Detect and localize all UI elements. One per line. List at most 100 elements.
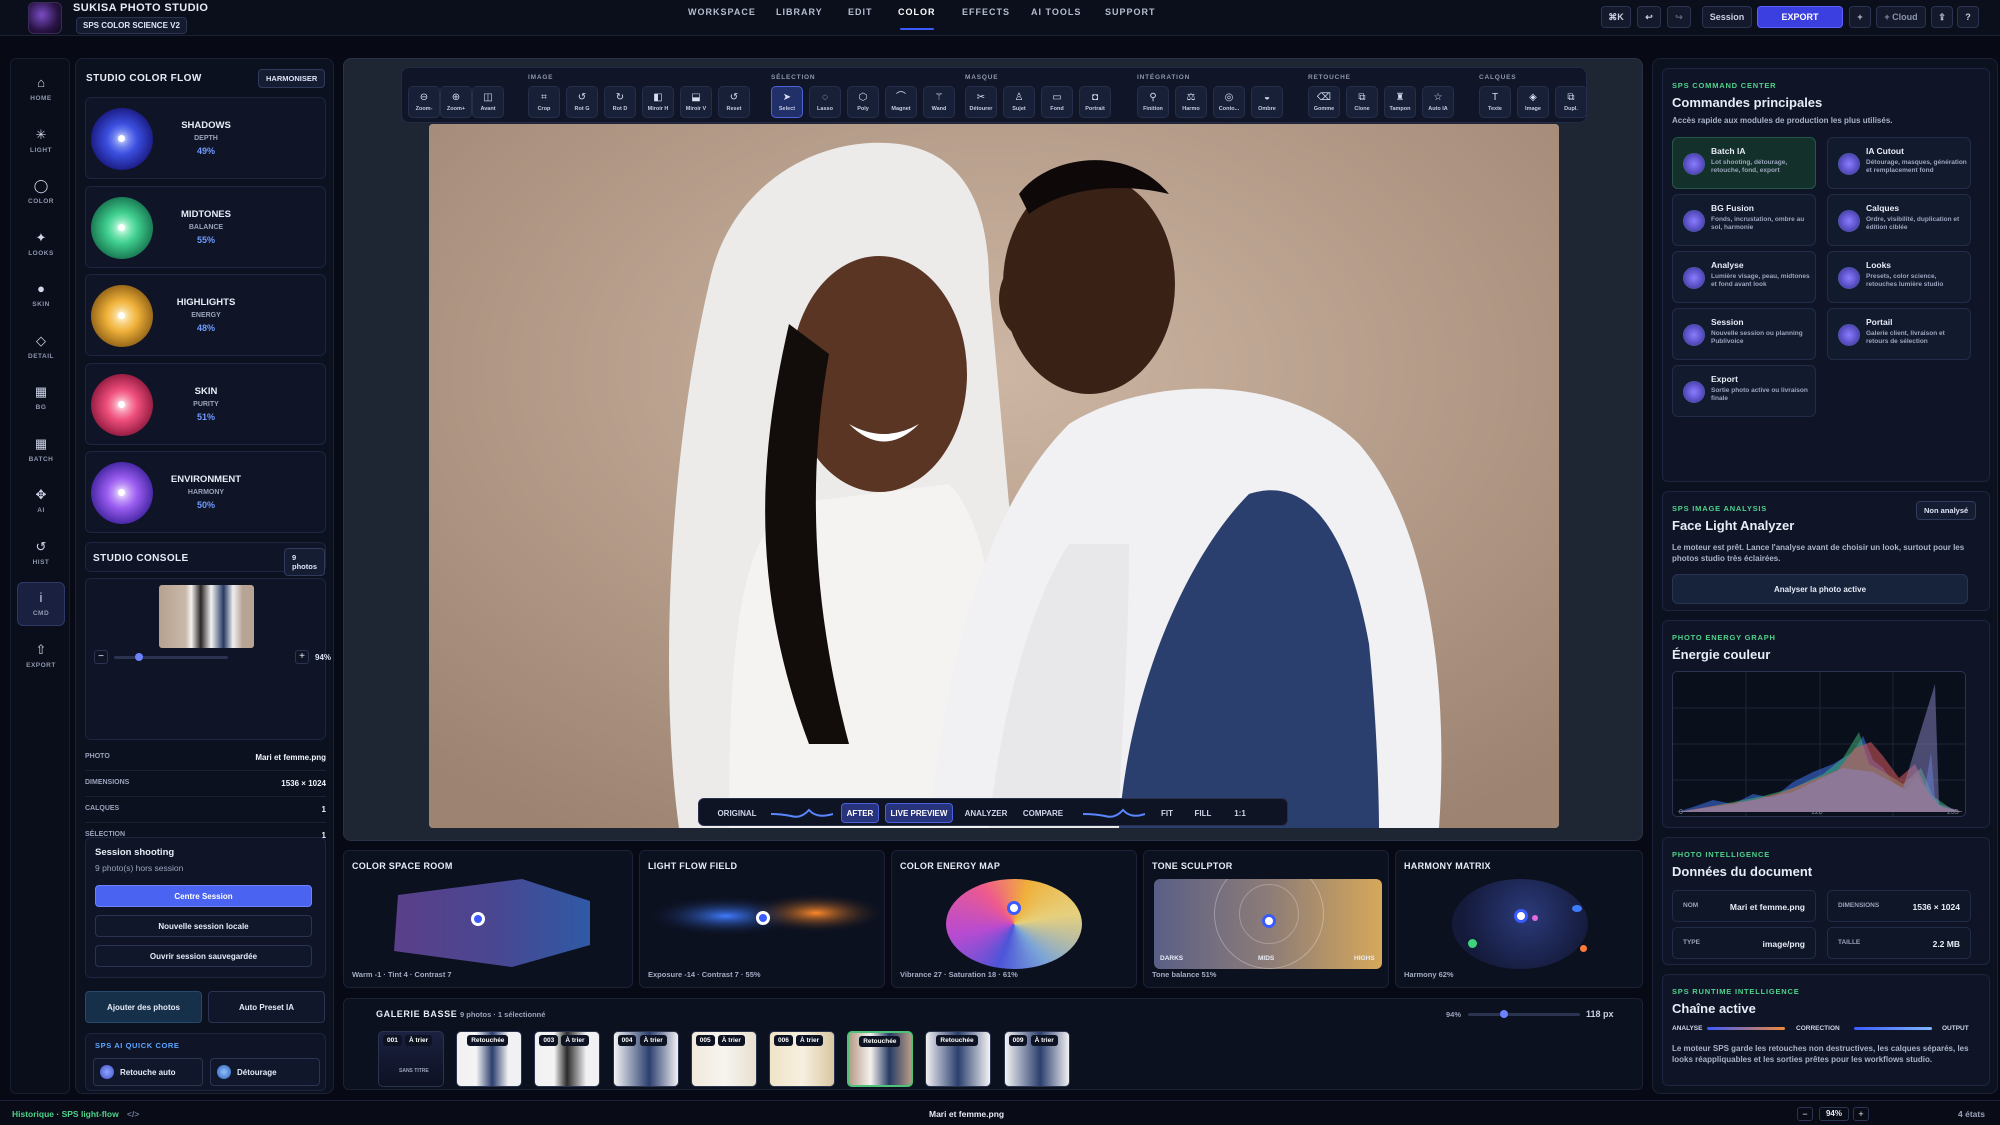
rail-home[interactable]: ⌂ HOME bbox=[17, 67, 65, 111]
command-analyse[interactable]: Analyse Lumière visage, peau, midtones et… bbox=[1672, 251, 1816, 303]
tool-dupl[interactable]: ⧉ Dupl. bbox=[1555, 86, 1587, 118]
zoom-in-button[interactable]: + bbox=[295, 650, 309, 664]
session-button[interactable]: Session bbox=[1702, 6, 1752, 28]
rail-batch[interactable]: ▦ BATCH bbox=[17, 428, 65, 472]
history-status[interactable]: Historique · SPS light-flow bbox=[12, 1109, 119, 1119]
flow-card-skin[interactable]: SKIN PURITY 51% bbox=[85, 362, 326, 445]
command-portail[interactable]: Portail Galerie client, livraison et reto… bbox=[1827, 308, 1971, 360]
tool-image[interactable]: ◈ Image bbox=[1517, 86, 1549, 118]
after-view-button[interactable]: AFTER bbox=[841, 803, 879, 823]
live-preview-button[interactable]: LIVE PREVIEW bbox=[885, 803, 953, 823]
color-energy-map[interactable]: COLOR ENERGY MAP Vibrance 27 · Saturatio… bbox=[891, 850, 1137, 988]
analyze-photo-button[interactable]: Analyser la photo active bbox=[1672, 574, 1968, 604]
gallery-thumb[interactable]: 009 À trier bbox=[1003, 1031, 1070, 1087]
tool-clone[interactable]: ⧉ Clone bbox=[1346, 86, 1378, 118]
tool-portrait[interactable]: ◘ Portrait bbox=[1079, 86, 1111, 118]
add-button[interactable]: + bbox=[1849, 6, 1871, 28]
undo-button[interactable]: ↩ bbox=[1637, 6, 1661, 28]
tool-sujet[interactable]: ♙ Sujet bbox=[1003, 86, 1035, 118]
tool-rotg[interactable]: ↺ Rot G bbox=[566, 86, 598, 118]
gallery-thumb[interactable]: 004 À trier bbox=[612, 1031, 679, 1087]
tool-select[interactable]: ➤ Select bbox=[771, 86, 803, 118]
center-session-button[interactable]: Centre Session bbox=[95, 885, 312, 907]
tool-wand[interactable]: ⚚ Wand bbox=[923, 86, 955, 118]
tool-magnet[interactable]: ⌒ Magnet bbox=[885, 86, 917, 118]
rail-bg[interactable]: ▦ BG bbox=[17, 376, 65, 420]
nav-effects[interactable]: EFFECTS bbox=[962, 0, 1010, 36]
cutout-button[interactable]: Détourage bbox=[210, 1058, 320, 1086]
redo-button[interactable]: ↪ bbox=[1667, 6, 1691, 28]
tool-ombre[interactable]: ◒ Ombre bbox=[1251, 86, 1283, 118]
rail-looks[interactable]: ✦ LOOKS bbox=[17, 222, 65, 266]
command-calques[interactable]: Calques Ordre, visibilité, duplication et… bbox=[1827, 194, 1971, 246]
flow-card-highlights[interactable]: HIGHLIGHTS ENERGY 48% bbox=[85, 274, 326, 356]
one-to-one-button[interactable]: 1:1 bbox=[1225, 803, 1255, 823]
rail-light[interactable]: ✳ LIGHT bbox=[17, 119, 65, 163]
gallery-thumb[interactable]: Retouchée bbox=[925, 1031, 992, 1087]
gallery-thumb[interactable]: 003 À trier bbox=[534, 1031, 601, 1087]
command-export[interactable]: Export Sortie photo active ou livraison f… bbox=[1672, 365, 1816, 417]
nav-workspace[interactable]: WORKSPACE bbox=[688, 0, 756, 36]
tone-sculptor[interactable]: TONE SCULPTOR DARKS MIDS HIGHS Tone bala… bbox=[1143, 850, 1389, 988]
tool-finition[interactable]: ⚲ Finition bbox=[1137, 86, 1169, 118]
command-palette-button[interactable]: ⌘K bbox=[1601, 6, 1631, 28]
rail-export[interactable]: ⇧ EXPORT bbox=[17, 634, 65, 678]
zoom-out-button[interactable]: − bbox=[94, 650, 108, 664]
tool-gomme[interactable]: ⌫ Gomme bbox=[1308, 86, 1340, 118]
flow-card-shadows[interactable]: SHADOWS DEPTH 49% bbox=[85, 97, 326, 179]
gallery-thumb[interactable]: Retouchée bbox=[456, 1031, 523, 1087]
zoom-slider-thumb[interactable] bbox=[135, 653, 144, 661]
rail-hist[interactable]: ↺ HIST bbox=[17, 531, 65, 575]
tool-crop[interactable]: ⌗ Crop bbox=[528, 86, 560, 118]
auto-preset-button[interactable]: Auto Preset IA bbox=[208, 991, 325, 1023]
harmony-matrix[interactable]: HARMONY MATRIX Harmony 62% bbox=[1395, 850, 1643, 988]
tool-texte[interactable]: T Texte bbox=[1479, 86, 1511, 118]
tool-lasso[interactable]: ◌ Lasso bbox=[809, 86, 841, 118]
help-button[interactable]: ? bbox=[1957, 6, 1979, 28]
footer-zoom-in[interactable]: + bbox=[1853, 1107, 1869, 1121]
tool-harmo[interactable]: ⚖ Harmo bbox=[1175, 86, 1207, 118]
tool-avant[interactable]: ◫ Avant bbox=[472, 86, 504, 118]
fill-button[interactable]: FILL bbox=[1187, 803, 1219, 823]
tool-reset[interactable]: ↺ Reset bbox=[718, 86, 750, 118]
nav-ai-tools[interactable]: AI TOOLS bbox=[1031, 0, 1081, 36]
command-bg-fusion[interactable]: BG Fusion Fonds, incrustation, ombre au s… bbox=[1672, 194, 1816, 246]
cloud-button[interactable]: + Cloud bbox=[1876, 6, 1926, 28]
command-ia-cutout[interactable]: IA Cutout Détourage, masques, génération … bbox=[1827, 137, 1971, 189]
gallery-thumb[interactable]: 005 À trier bbox=[690, 1031, 757, 1087]
command-session[interactable]: Session Nouvelle session ou planning Publ… bbox=[1672, 308, 1816, 360]
export-button[interactable]: EXPORT bbox=[1757, 6, 1843, 28]
tool-autoia[interactable]: ☆ Auto IA bbox=[1422, 86, 1454, 118]
tool-dtourer[interactable]: ✂ Détourer bbox=[965, 86, 997, 118]
nav-library[interactable]: LIBRARY bbox=[776, 0, 823, 36]
footer-zoom-out[interactable]: − bbox=[1797, 1107, 1813, 1121]
add-photos-button[interactable]: Ajouter des photos bbox=[85, 991, 202, 1023]
energy-map-marker[interactable] bbox=[1007, 901, 1021, 915]
main-photo[interactable] bbox=[429, 124, 1559, 828]
nav-support[interactable]: SUPPORT bbox=[1105, 0, 1156, 36]
thumb-size-slider[interactable] bbox=[1468, 1010, 1580, 1018]
zoom-slider[interactable] bbox=[114, 653, 228, 661]
rail-ai[interactable]: ✥ AI bbox=[17, 479, 65, 523]
flow-card-environment[interactable]: ENVIRONMENT HARMONY 50% bbox=[85, 451, 326, 533]
tool-zoom[interactable]: ⊖ Zoom- bbox=[408, 86, 440, 118]
gallery-thumb[interactable]: Retouchée bbox=[847, 1031, 914, 1087]
nav-edit[interactable]: EDIT bbox=[848, 0, 873, 36]
tool-zoom[interactable]: ⊕ Zoom+ bbox=[440, 86, 472, 118]
compare-button[interactable]: COMPARE bbox=[1017, 803, 1069, 823]
code-icon[interactable]: </> bbox=[127, 1109, 139, 1119]
color-space-room[interactable]: COLOR SPACE ROOM Warm -1 · Tint 4 · Cont… bbox=[343, 850, 633, 988]
thumb-size-thumb[interactable] bbox=[1500, 1010, 1509, 1018]
flow-card-midtones[interactable]: MIDTONES BALANCE 55% bbox=[85, 185, 326, 268]
rail-detail[interactable]: ◇ DETAIL bbox=[17, 325, 65, 369]
tool-miroirh[interactable]: ◧ Miroir H bbox=[642, 86, 674, 118]
new-local-session-button[interactable]: Nouvelle session locale bbox=[95, 915, 312, 937]
original-view-button[interactable]: ORIGINAL bbox=[707, 803, 767, 823]
gallery-thumb[interactable]: 006 À trier bbox=[769, 1031, 835, 1087]
rail-skin[interactable]: ● SKIN bbox=[17, 273, 65, 317]
tool-conto[interactable]: ◎ Conto... bbox=[1213, 86, 1245, 118]
tool-miroirv[interactable]: ⬓ Miroir V bbox=[680, 86, 712, 118]
rail-color[interactable]: ◯ COLOR bbox=[17, 170, 65, 214]
auto-retouch-button[interactable]: Retouche auto bbox=[93, 1058, 203, 1086]
analyzer-button[interactable]: ANALYZER bbox=[959, 803, 1013, 823]
